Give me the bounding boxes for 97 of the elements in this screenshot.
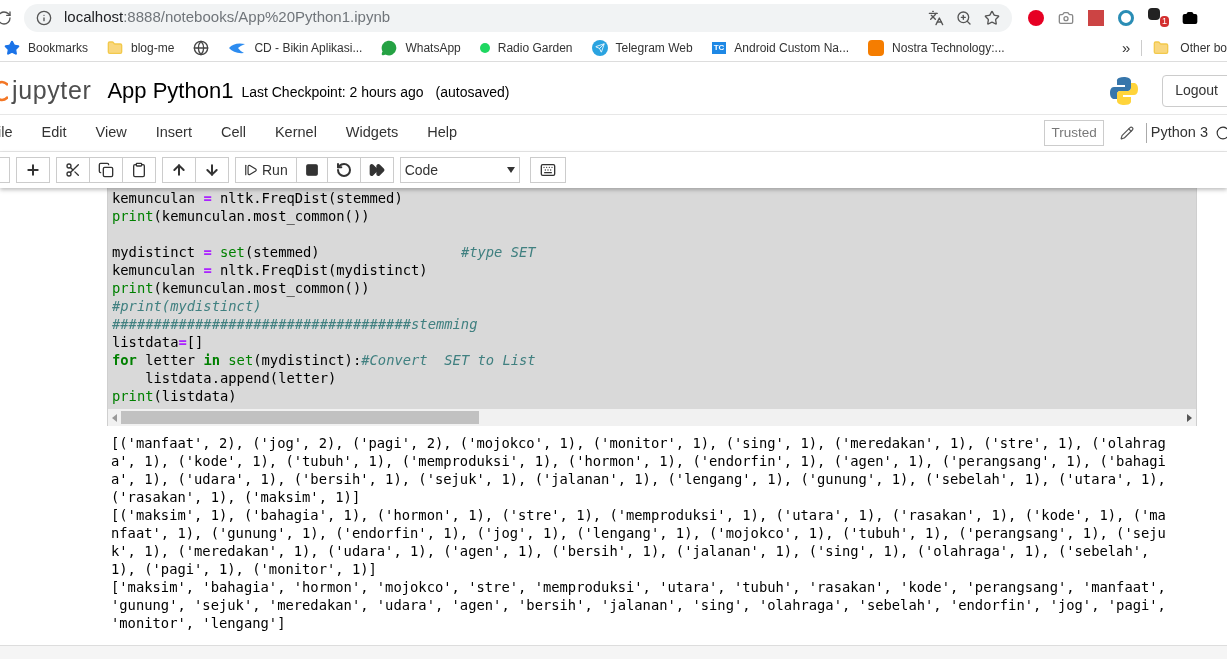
square-icon <box>304 163 319 177</box>
paper-plane-icon <box>591 40 608 56</box>
autosave-status: (autosaved) <box>435 83 510 102</box>
bookmark-link[interactable]: Radio Garden <box>497 39 573 57</box>
code-line: listdata=[] <box>112 334 204 350</box>
menu-item[interactable]: Edit <box>41 122 67 144</box>
bookmark-link[interactable]: blog-me <box>131 39 175 57</box>
menu-item[interactable]: Kernel <box>274 122 317 144</box>
notebook-name[interactable]: App Python1 <box>107 74 234 107</box>
output-line: ('rasakan', 1), ('maksim', 1)] <box>111 488 362 506</box>
menu-item[interactable]: Help <box>427 122 458 144</box>
move-down-button[interactable] <box>196 157 229 183</box>
menu-item[interactable]: Widgets <box>345 122 399 144</box>
paste-button[interactable] <box>123 157 156 183</box>
restart-icon <box>335 162 352 178</box>
scroll-right-icon[interactable] <box>1187 413 1192 422</box>
plus-icon <box>25 162 41 178</box>
pin-icon[interactable] <box>1028 9 1044 26</box>
camera-icon[interactable] <box>1182 9 1198 26</box>
logo-icon: TC <box>711 42 727 54</box>
output-line: k', 1), ('meredakan', 1), ('udara', 1), ('agen', 1), ('bersih', 1), ('jalanan', 1), ('sing', 1), ('olahraga', 1), ('sebelah', <box>111 542 1151 560</box>
checkpoint-text: Last Checkpoint: 2 hours ago <box>241 83 424 102</box>
code-cell[interactable] <box>107 188 1197 426</box>
code-line: listdata.append(letter) <box>144 370 337 386</box>
logout-button[interactable]: Logout <box>1162 74 1227 107</box>
output-line: 'gunung', 'sejuk', 'meredakan', 'udara', 'agen', 'bersih', 'jalanan', 'sing', 'olahraga', 'sebelah', 'endorfin', 'jog', 'pagi', <box>111 596 1167 614</box>
blogger-icon <box>868 40 885 56</box>
step-forward-icon <box>244 163 258 177</box>
url-text: localhost:8888/notebooks/App%20Python1.ipynb <box>64 7 391 28</box>
output-line: a', 1), ('kode', 1), ('tubuh', 1), ('memproduksi', 1), ('hormon', 1), ('endorfin', 1), ('agen', 1), ('perangsang', 1), ('bahagi <box>111 452 1167 470</box>
output-line: ['maksim', 'bahagia', 'hormon', 'mojokco', 'stre', 'memproduksi', 'utara', 'tubuh', 'rasakan', 'kode', 'perangsang', 'manfaat', <box>111 578 1167 596</box>
copy-button[interactable] <box>90 157 123 183</box>
bookmark-link[interactable]: CD - Bikin Aplikasi... <box>254 39 363 57</box>
arrow-down-icon <box>204 162 220 178</box>
output-line: a', 1), ('udara', 1), ('bersih', 1), ('sejuk', 1), ('jalanan', 1), ('lengang', 1), ('gunung', 1), ('sebelah', 1), ('utara', 1), <box>111 470 1167 488</box>
jupyter-logo[interactable]: jupyter <box>12 71 92 110</box>
bookmark-link[interactable]: Android Custom Na... <box>734 39 850 57</box>
star-icon <box>4 40 20 56</box>
python-logo-icon <box>1108 74 1141 107</box>
bookmark-link[interactable]: Telegram Web <box>615 39 693 57</box>
bookmark-star-icon[interactable] <box>984 9 1000 26</box>
bookmark-link[interactable]: WhatsApp <box>405 39 461 57</box>
horizontal-scrollbar[interactable] <box>108 409 1196 426</box>
copy-icon <box>98 162 114 178</box>
edit-icon[interactable] <box>1119 126 1134 140</box>
translate-icon[interactable] <box>928 9 944 26</box>
run-all-button[interactable] <box>360 157 394 183</box>
bookmark-link[interactable]: Nostra Technology:... <box>892 39 1005 57</box>
extension-icon[interactable] <box>1148 7 1160 20</box>
code-line: print(kemunculan.most_common()) <box>112 280 370 296</box>
dropdown-caret-icon <box>506 167 515 173</box>
code-line: kemunculan = nltk.FreqDist(stemmed) <box>112 190 403 206</box>
chat-icon <box>381 40 398 56</box>
menu-item[interactable]: Insert <box>155 122 192 144</box>
zoom-icon[interactable] <box>956 9 972 26</box>
output-line: nfaat', 1), ('gunung', 1), ('endorfin', 1), ('jog', 1), ('lengang', 1), ('mojokco', 1), ('tubuh', 1), ('perangsang', 1), ('seju <box>111 524 1167 542</box>
folder-icon <box>1153 40 1170 56</box>
menu-item[interactable]: Cell <box>220 122 246 144</box>
keyboard-icon <box>539 162 556 178</box>
address-bar[interactable]: localhost:8888/notebooks/App%20Python1.ipynb <box>24 3 1012 32</box>
swirl-icon[interactable] <box>1118 9 1134 26</box>
cut-button[interactable] <box>56 157 90 183</box>
globe-icon <box>193 40 210 56</box>
folder-icon <box>107 40 124 56</box>
restart-button[interactable] <box>327 157 361 183</box>
kernel-status-icon <box>1216 126 1227 140</box>
menu-item[interactable]: View <box>95 122 127 144</box>
code-line: for letter in set(mydistinct):#Convert SET to List <box>112 352 536 368</box>
code-line: kemunculan = nltk.FreqDist(mydistinct) <box>112 262 428 278</box>
code-line: ####################################stemming <box>112 316 478 332</box>
output-line: [('maksim', 1), ('bahagia', 1), ('hormon', 1), ('stre', 1), ('memproduksi', 1), ('utara', 1), ('rasakan', 1), ('kode', 1), ('ma <box>111 506 1167 524</box>
cell-type-select[interactable]: Code <box>399 157 520 183</box>
trusted-badge[interactable]: Trusted <box>1044 119 1104 147</box>
stop-button[interactable] <box>296 157 328 183</box>
run-button[interactable]: Run <box>235 157 297 183</box>
kernel-name: Python 3 <box>1150 123 1208 143</box>
document-icon[interactable] <box>1088 9 1104 26</box>
extension-badge: 1 <box>1160 15 1169 27</box>
bookmark-folder[interactable]: Other bo <box>1180 39 1227 57</box>
output-line: 1), ('pagi', 1), ('monitor', 1)] <box>111 560 378 578</box>
bookmark-link[interactable]: Bookmarks <box>28 39 89 57</box>
clipboard-icon <box>131 162 147 178</box>
output-line: [('manfaat', 2), ('jog', 2), ('pagi', 2), ('mojokco', 1), ('monitor', 1), ('sing', 1), ('meredakan', 1), ('stre', 1), ('olahrag <box>111 434 1167 452</box>
reload-icon[interactable] <box>0 9 12 26</box>
scissors-icon <box>65 162 81 178</box>
more-bookmarks-chevron[interactable]: » <box>1121 36 1131 60</box>
code-line: print(listdata) <box>112 388 237 404</box>
fast-forward-icon <box>368 162 385 178</box>
add-button[interactable] <box>16 157 50 183</box>
code-line: mydistinct = set(stemmed) #type SET <box>112 244 536 260</box>
info-icon <box>36 9 52 26</box>
code-line: print(kemunculan.most_common()) <box>112 208 370 224</box>
keyboard-button[interactable] <box>529 157 566 183</box>
move-up-button[interactable] <box>162 157 196 183</box>
output-line: 'monitor', 'lengang'] <box>111 614 287 632</box>
code-line: #print(mydistinct) <box>112 298 262 314</box>
bird-icon <box>228 42 247 54</box>
